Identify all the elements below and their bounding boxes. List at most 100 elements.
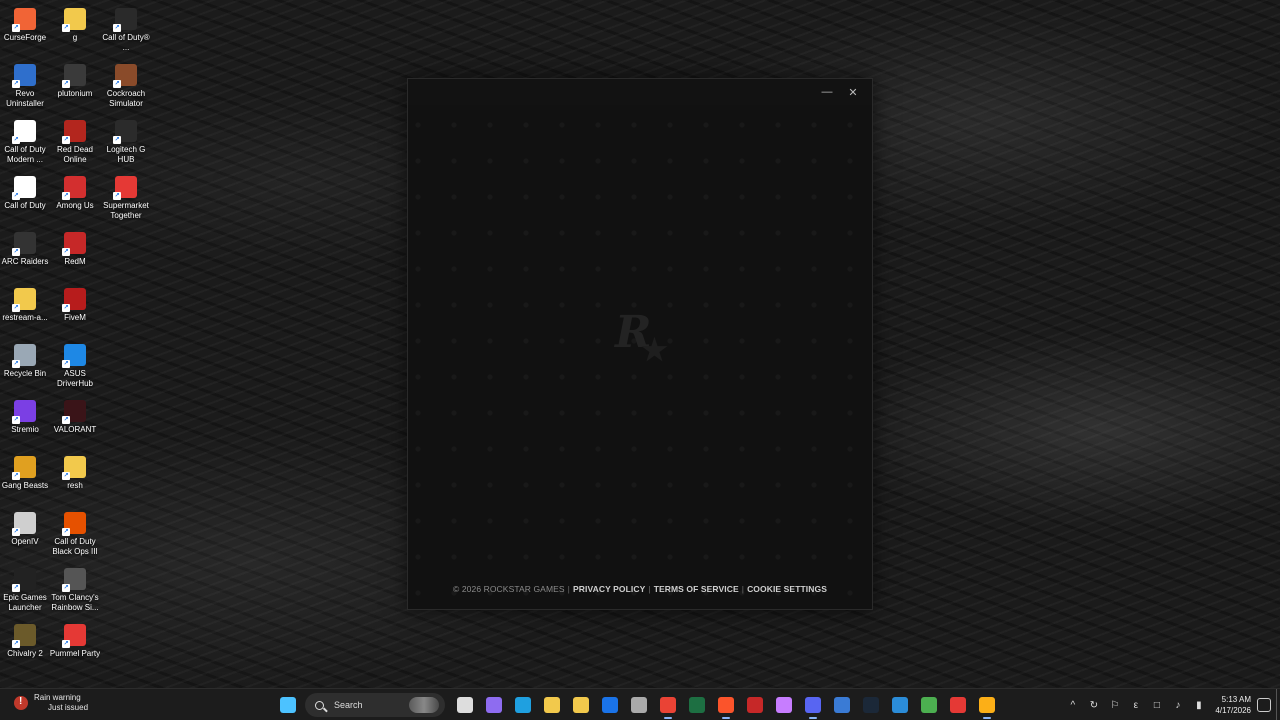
tray-overflow-chevron-icon[interactable]: ^ [1062, 700, 1083, 711]
start-icon[interactable] [276, 693, 300, 717]
weather-subtitle: Just issued [48, 703, 89, 712]
desktop-shortcut[interactable]: ↗ Supermarket Together [101, 170, 151, 224]
copilot-icon-glyph [486, 697, 502, 713]
chrome-icon[interactable] [656, 693, 680, 719]
desktop-shortcut[interactable]: ↗ restream-a... [0, 282, 50, 336]
desktop-shortcut[interactable]: ↗ Red Dead Online [50, 114, 100, 168]
desktop-shortcut[interactable]: ↗ ARC Raiders [0, 226, 50, 280]
close-icon: ✕ [848, 86, 858, 99]
rockstar-logo-star-icon: ★ [641, 333, 668, 368]
file-explorer-icon[interactable] [540, 693, 564, 717]
desktop-shortcut-label: FiveM [64, 313, 86, 322]
desktop-shortcut[interactable]: ↗ Tom Clancy's Rainbow Si... [50, 562, 100, 616]
taskbar-search-box[interactable]: Search [305, 693, 445, 717]
desktop-shortcut[interactable]: ↗ Chivalry 2 [0, 618, 50, 672]
discord-icon[interactable] [801, 693, 825, 719]
cockroach-simulator-icon: ↗ [113, 64, 137, 88]
show-desktop-button[interactable] [1276, 689, 1280, 720]
window-titlebar[interactable]: — ✕ [408, 79, 872, 105]
desktop-shortcut[interactable]: ↗ plutonium [50, 58, 100, 112]
separator: | [648, 584, 651, 594]
call-of-duty-icon: ↗ [113, 8, 137, 32]
app-icon-glyph [776, 697, 792, 713]
desktop-shortcut-label: Tom Clancy's Rainbow Si... [51, 593, 99, 612]
desktop-shortcut[interactable]: ↗ CurseForge [0, 2, 50, 56]
app-icon-glyph [631, 697, 647, 713]
steam-icon-glyph [863, 697, 879, 713]
task-view-icon[interactable] [453, 693, 477, 717]
desktop-shortcut[interactable]: ↗ OpenIV [0, 506, 50, 560]
desktop-shortcut[interactable]: ↗ RedM [50, 226, 100, 280]
battery-icon[interactable]: ▮ [1188, 700, 1209, 711]
outlook-icon[interactable] [598, 693, 622, 717]
app-icon[interactable] [946, 693, 970, 717]
copyright-text: © 2026 ROCKSTAR GAMES [453, 584, 565, 594]
app-icon[interactable] [830, 693, 854, 717]
shortcut-arrow-icon: ↗ [12, 248, 20, 256]
excel-icon[interactable] [685, 693, 709, 717]
desktop-shortcut[interactable]: ↗ Call of Duty [0, 170, 50, 224]
shortcut-arrow-icon: ↗ [12, 584, 20, 592]
shortcut-arrow-icon: ↗ [62, 248, 70, 256]
desktop-shortcut[interactable]: ↗ Call of Duty Black Ops III [50, 506, 100, 560]
app-icon[interactable] [888, 693, 912, 717]
black-ops-iii-icon: ↗ [62, 512, 86, 536]
desktop-shortcut[interactable]: ↗ FiveM [50, 282, 100, 336]
desktop-shortcut[interactable]: ↗ ASUS DriverHub [50, 338, 100, 392]
clock[interactable]: 5:13 AM 4/17/2026 [1215, 694, 1251, 716]
weather-widget[interactable]: Rain warning Just issued [14, 693, 88, 713]
volume-icon[interactable]: ♪ [1167, 700, 1188, 711]
desktop-shortcut[interactable]: ↗ Revo Uninstaller [0, 58, 50, 112]
chrome-icon-glyph [660, 697, 676, 713]
steam-icon[interactable] [859, 693, 883, 717]
shortcut-arrow-icon: ↗ [62, 528, 70, 536]
folder-icon: ↗ [62, 456, 86, 480]
desktop-shortcut[interactable]: ↗ Recycle Bin [0, 338, 50, 392]
desktop-shortcut-label: Among Us [56, 201, 94, 210]
desktop-shortcut[interactable]: ↗ VALORANT [50, 394, 100, 448]
cookie-settings-link[interactable]: COOKIE SETTINGS [747, 584, 827, 594]
search-highlight-icon [409, 697, 439, 713]
desktop-shortcut-label: resh [67, 481, 83, 490]
desktop-shortcut[interactable]: ↗ Call of Duty® ... [101, 2, 151, 56]
desktop-shortcut-label: Supermarket Together [103, 201, 149, 220]
desktop-shortcut[interactable]: ↗ Stremio [0, 394, 50, 448]
keyboard-layout-icon[interactable]: ε [1125, 700, 1146, 711]
desktop-shortcut[interactable]: ↗ Call of Duty Modern ... [0, 114, 50, 168]
separator: | [741, 584, 745, 594]
minimize-button[interactable]: — [814, 81, 840, 103]
shortcut-arrow-icon: ↗ [12, 24, 20, 32]
network-icon[interactable]: □ [1146, 700, 1167, 711]
sync-icon[interactable]: ↻ [1083, 700, 1104, 711]
shortcut-arrow-icon: ↗ [12, 80, 20, 88]
desktop-shortcut[interactable]: ↗ Gang Beasts [0, 450, 50, 504]
desktop-shortcut[interactable]: ↗ Cockroach Simulator [101, 58, 151, 112]
desktop-shortcut[interactable]: ↗ g [50, 2, 100, 56]
desktop-shortcut-label: Call of Duty Modern ... [4, 145, 46, 164]
app-icon[interactable] [772, 693, 796, 717]
curseforge-icon: ↗ [12, 8, 36, 32]
desktop-shortcut[interactable]: ↗ Epic Games Launcher [0, 562, 50, 616]
desktop-shortcut[interactable]: ↗ Logitech G HUB [101, 114, 151, 168]
brave-icon[interactable] [714, 693, 738, 719]
close-button[interactable]: ✕ [840, 81, 866, 103]
notification-center-icon[interactable] [1257, 698, 1271, 712]
desktop-shortcut[interactable]: ↗ resh [50, 450, 100, 504]
shortcut-arrow-icon: ↗ [113, 24, 121, 32]
terms-of-service-link[interactable]: TERMS OF SERVICE [654, 584, 739, 594]
microphone-icon[interactable]: ⚐ [1104, 700, 1125, 711]
app-icon[interactable] [917, 693, 941, 717]
microsoft-store-icon[interactable] [569, 693, 593, 717]
desktop-shortcut[interactable]: ↗ Among Us [50, 170, 100, 224]
privacy-policy-link[interactable]: PRIVACY POLICY [573, 584, 645, 594]
rockstar-launcher-icon[interactable] [975, 693, 999, 719]
fivem-icon[interactable] [743, 693, 767, 717]
app-icon[interactable] [627, 693, 651, 717]
asus-driverhub-icon: ↗ [62, 344, 86, 368]
desktop-shortcut[interactable]: ↗ Pummel Party [50, 618, 100, 672]
shortcut-arrow-icon: ↗ [62, 24, 70, 32]
edge-icon[interactable] [511, 693, 535, 717]
search-icon [315, 700, 324, 710]
folder-icon: ↗ [12, 288, 36, 312]
copilot-icon[interactable] [482, 693, 506, 717]
